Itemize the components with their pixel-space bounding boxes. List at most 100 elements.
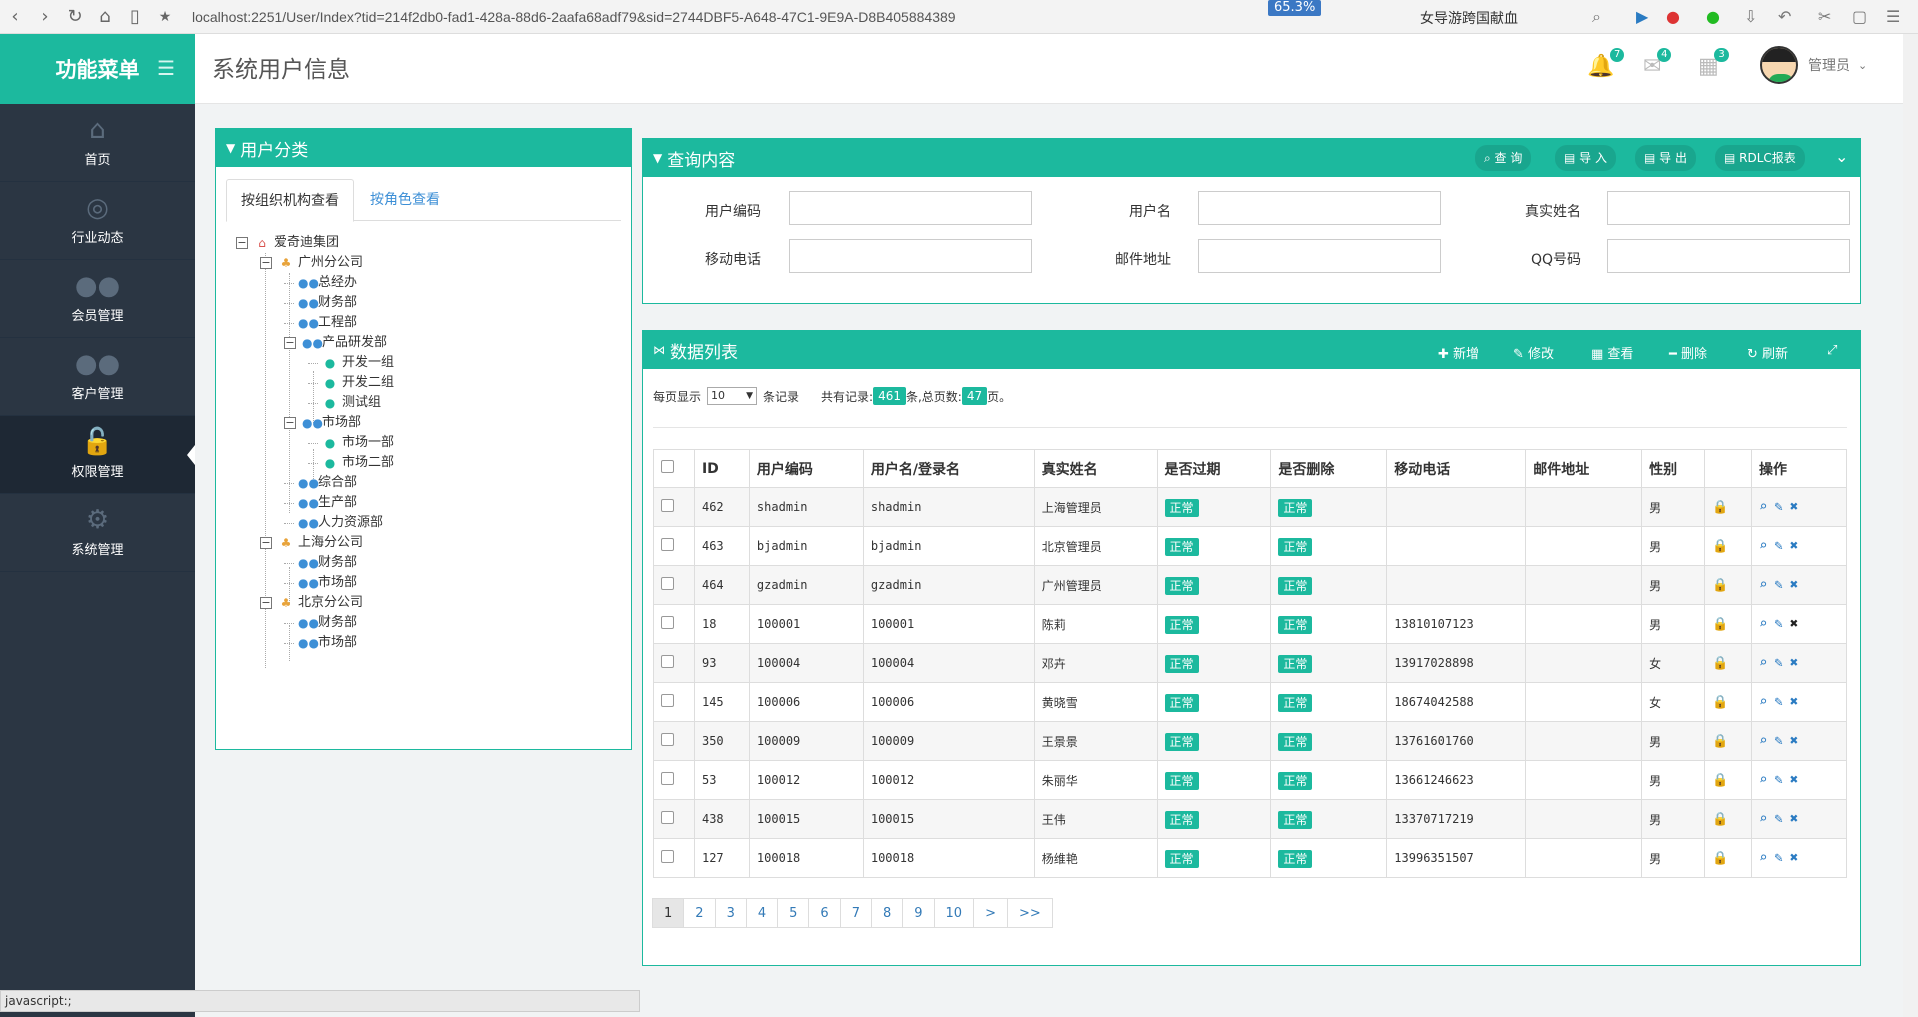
tree-node[interactable]: − ♣ 广州分公司: [260, 253, 363, 273]
hamburger-icon[interactable]: ☰: [157, 56, 175, 80]
star-icon[interactable]: ★: [150, 9, 180, 25]
edit-icon[interactable]: ✎: [1774, 811, 1782, 827]
address-bar[interactable]: localhost:2251/User/Index?tid=214f2db0-f…: [192, 9, 1212, 25]
select-all[interactable]: [653, 449, 695, 488]
delete-icon[interactable]: ✖: [1790, 733, 1798, 749]
row-select[interactable]: [653, 526, 695, 566]
edit-icon[interactable]: ✎: [1774, 733, 1782, 749]
page-link[interactable]: 6: [808, 898, 841, 928]
undo-icon[interactable]: ↶: [1778, 7, 1791, 26]
lock-icon[interactable]: 🔒: [1712, 617, 1728, 632]
view-icon[interactable]: ⌕: [1759, 811, 1767, 827]
tree-node[interactable]: ● 市场一部: [308, 433, 394, 453]
bag-icon[interactable]: ▢: [1852, 7, 1867, 26]
tree-node[interactable]: ● 开发二组: [308, 373, 394, 393]
tree-node[interactable]: ●● 市场部: [284, 633, 357, 653]
user-code-input[interactable]: [789, 191, 1032, 225]
page-link[interactable]: 5: [777, 898, 810, 928]
scrollbar[interactable]: [1903, 34, 1918, 1017]
table-row[interactable]: 127 100018 100018 杨维艳 正常 正常 13996351507 男 🔒 ⌕ ✎ ✖: [653, 838, 1848, 878]
edit-icon[interactable]: ✎: [1774, 616, 1782, 632]
table-row[interactable]: 462 shadmin shadmin 上海管理员 正常 正常男 🔒 ⌕ ✎ ✖: [653, 487, 1848, 527]
tree-node[interactable]: − ●● 产品研发部: [284, 333, 387, 353]
qq-input[interactable]: [1607, 239, 1850, 273]
page-link[interactable]: 2: [683, 898, 716, 928]
download-icon[interactable]: ⇩: [1744, 7, 1757, 26]
collapse-toggle[interactable]: −: [284, 337, 296, 349]
lock-icon[interactable]: 🔒: [1712, 578, 1728, 593]
email-input[interactable]: [1198, 239, 1441, 273]
checkbox[interactable]: [661, 616, 674, 629]
page-link[interactable]: 4: [745, 898, 779, 928]
row-select[interactable]: [653, 565, 695, 605]
view-icon[interactable]: ⌕: [1759, 733, 1767, 749]
collapse-toggle[interactable]: −: [260, 597, 272, 609]
row-select[interactable]: [653, 799, 695, 839]
table-row[interactable]: 93 100004 100004 邓卉 正常 正常 13917028898 女 🔒 ⌕ ✎ ✖: [653, 643, 1848, 683]
real-name-input[interactable]: [1607, 191, 1850, 225]
tree-node[interactable]: ●● 总经办: [284, 273, 357, 293]
table-row[interactable]: 18 100001 100001 陈莉 正常 正常 13810107123 男 🔒 ⌕ ✎ ✖: [653, 604, 1848, 644]
delete-icon[interactable]: ✖: [1790, 694, 1798, 710]
page-link[interactable]: >: [973, 898, 1008, 928]
view-icon[interactable]: ⌕: [1759, 655, 1767, 671]
checkbox[interactable]: [661, 850, 674, 863]
tree-node[interactable]: ●● 财务部: [284, 613, 357, 633]
edit-icon[interactable]: ✎: [1774, 499, 1782, 515]
row-select[interactable]: [653, 604, 695, 644]
wechat-icon[interactable]: ●: [1706, 7, 1720, 26]
adblock-icon[interactable]: ●: [1666, 7, 1680, 26]
cut-icon[interactable]: ✂: [1818, 7, 1831, 26]
page-link[interactable]: >>: [1006, 898, 1053, 928]
tree-node[interactable]: − ♣ 北京分公司: [260, 593, 363, 613]
checkbox[interactable]: [661, 811, 674, 824]
checkbox[interactable]: [661, 460, 674, 473]
edit-icon[interactable]: ✎: [1774, 538, 1782, 554]
collapse-toggle[interactable]: −: [284, 417, 296, 429]
table-row[interactable]: 145 100006 100006 黄晓雪 正常 正常 18674042588 女 🔒 ⌕ ✎ ✖: [653, 682, 1848, 722]
forward-icon[interactable]: ›: [30, 6, 60, 27]
user-name-input[interactable]: [1198, 191, 1441, 225]
page-link[interactable]: 7: [839, 898, 872, 928]
view-icon[interactable]: ⌕: [1759, 538, 1767, 554]
sidebar-item-permissions[interactable]: 🔓 权限管理: [0, 416, 195, 494]
table-row[interactable]: 463 bjadmin bjadmin 北京管理员 正常 正常男 🔒 ⌕ ✎ ✖: [653, 526, 1848, 566]
delete-icon[interactable]: ✖: [1790, 499, 1798, 515]
tree-node[interactable]: ● 开发一组: [308, 353, 394, 373]
table-row[interactable]: 438 100015 100015 王伟 正常 正常 13370717219 男 🔒 ⌕ ✎ ✖: [653, 799, 1848, 839]
search-box[interactable]: 女导游跨国献血: [1420, 8, 1518, 28]
tree-node[interactable]: ●● 财务部: [284, 293, 357, 313]
col-header[interactable]: ID: [693, 449, 750, 488]
tree-node[interactable]: ● 测试组: [308, 393, 381, 413]
search-button[interactable]: ⌕ 查 询: [1475, 145, 1532, 171]
chevron-down-icon[interactable]: ⌄: [1835, 147, 1848, 166]
edit-icon[interactable]: ✎: [1774, 694, 1782, 710]
tab-org[interactable]: 按组织机构查看: [226, 179, 354, 222]
menu-icon[interactable]: ☰: [1886, 7, 1900, 26]
col-header[interactable]: 是否过期: [1156, 449, 1272, 488]
checkbox[interactable]: [661, 538, 674, 551]
tab-role[interactable]: 按角色查看: [356, 179, 454, 222]
delete-icon[interactable]: ✖: [1790, 850, 1798, 866]
view-icon[interactable]: ⌕: [1759, 850, 1767, 866]
lock-icon[interactable]: 🔒: [1712, 734, 1728, 749]
table-row[interactable]: 350 100009 100009 王景景 正常 正常 13761601760 男 🔒 ⌕ ✎ ✖: [653, 721, 1848, 761]
page-link[interactable]: 9: [902, 898, 935, 928]
lock-icon[interactable]: 🔒: [1712, 851, 1728, 866]
checkbox[interactable]: [661, 733, 674, 746]
view-icon[interactable]: ⌕: [1759, 694, 1767, 710]
export-button[interactable]: ▤ 导 出: [1635, 145, 1696, 171]
table-row[interactable]: 464 gzadmin gzadmin 广州管理员 正常 正常男 🔒 ⌕ ✎ ✖: [653, 565, 1848, 605]
import-button[interactable]: ▤ 导 入: [1555, 145, 1616, 171]
page-link[interactable]: 10: [933, 898, 975, 928]
delete-icon[interactable]: ✖: [1790, 655, 1798, 671]
checkbox[interactable]: [661, 655, 674, 668]
row-select[interactable]: [653, 487, 695, 527]
lock-icon[interactable]: 🔒: [1712, 656, 1728, 671]
page-link[interactable]: 3: [714, 898, 747, 928]
reader-icon[interactable]: ▯: [120, 6, 150, 27]
delete-icon[interactable]: ✖: [1790, 577, 1798, 593]
tree-node[interactable]: ●● 生产部: [284, 493, 357, 513]
fullscreen-icon[interactable]: ⤢: [1827, 343, 1837, 358]
rdlc-report-button[interactable]: ▤ RDLC报表: [1715, 145, 1805, 171]
